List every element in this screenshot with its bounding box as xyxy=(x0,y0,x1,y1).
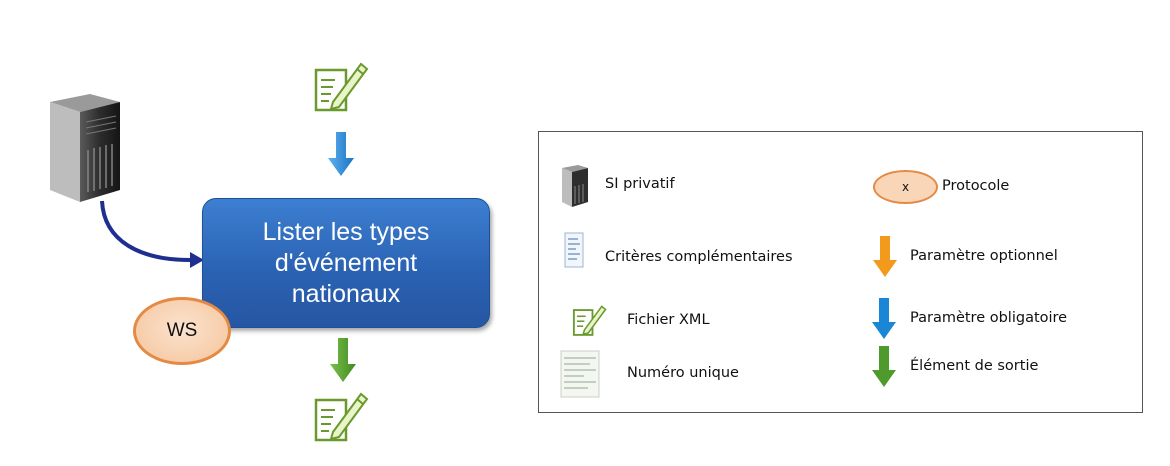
legend: SI privatif x Protocole Critères complém… xyxy=(538,131,1143,413)
xml-file-output-icon xyxy=(314,392,369,442)
legend-protocol-symbol: x xyxy=(901,180,910,194)
legend-label-fichier-xml: Fichier XML xyxy=(627,312,710,328)
legend-label-si-privatif: SI privatif xyxy=(605,176,675,192)
protocol-label: WS xyxy=(166,320,198,341)
legend-optional-arrow-icon xyxy=(873,236,897,277)
legend-label-numero-unique: Numéro unique xyxy=(627,365,739,381)
legend-label-sortie: Élément de sortie xyxy=(910,358,1039,374)
legend-xml-icon xyxy=(572,305,607,336)
legend-unique-number-icon xyxy=(560,350,600,398)
mandatory-arrow xyxy=(328,132,354,176)
process-box: Lister les types d'événement nationaux xyxy=(202,198,490,328)
legend-protocol-ellipse: x xyxy=(873,170,938,204)
connector-arrow xyxy=(100,200,204,268)
server-icon xyxy=(50,94,120,202)
process-label: Lister les types d'événement nationaux xyxy=(262,217,430,308)
legend-label-protocole: Protocole xyxy=(942,178,1010,194)
legend-mandatory-arrow-icon xyxy=(872,298,896,339)
legend-criteria-icon xyxy=(564,232,584,268)
legend-server-icon xyxy=(562,165,588,207)
legend-output-arrow-icon xyxy=(872,346,896,387)
legend-label-criteres: Critères complémentaires xyxy=(605,249,793,265)
protocol-ellipse: WS xyxy=(133,297,231,365)
legend-label-optionnel: Paramètre optionnel xyxy=(910,248,1058,264)
xml-file-input-icon xyxy=(314,62,369,112)
legend-label-obligatoire: Paramètre obligatoire xyxy=(910,310,1068,326)
output-arrow xyxy=(330,338,356,382)
